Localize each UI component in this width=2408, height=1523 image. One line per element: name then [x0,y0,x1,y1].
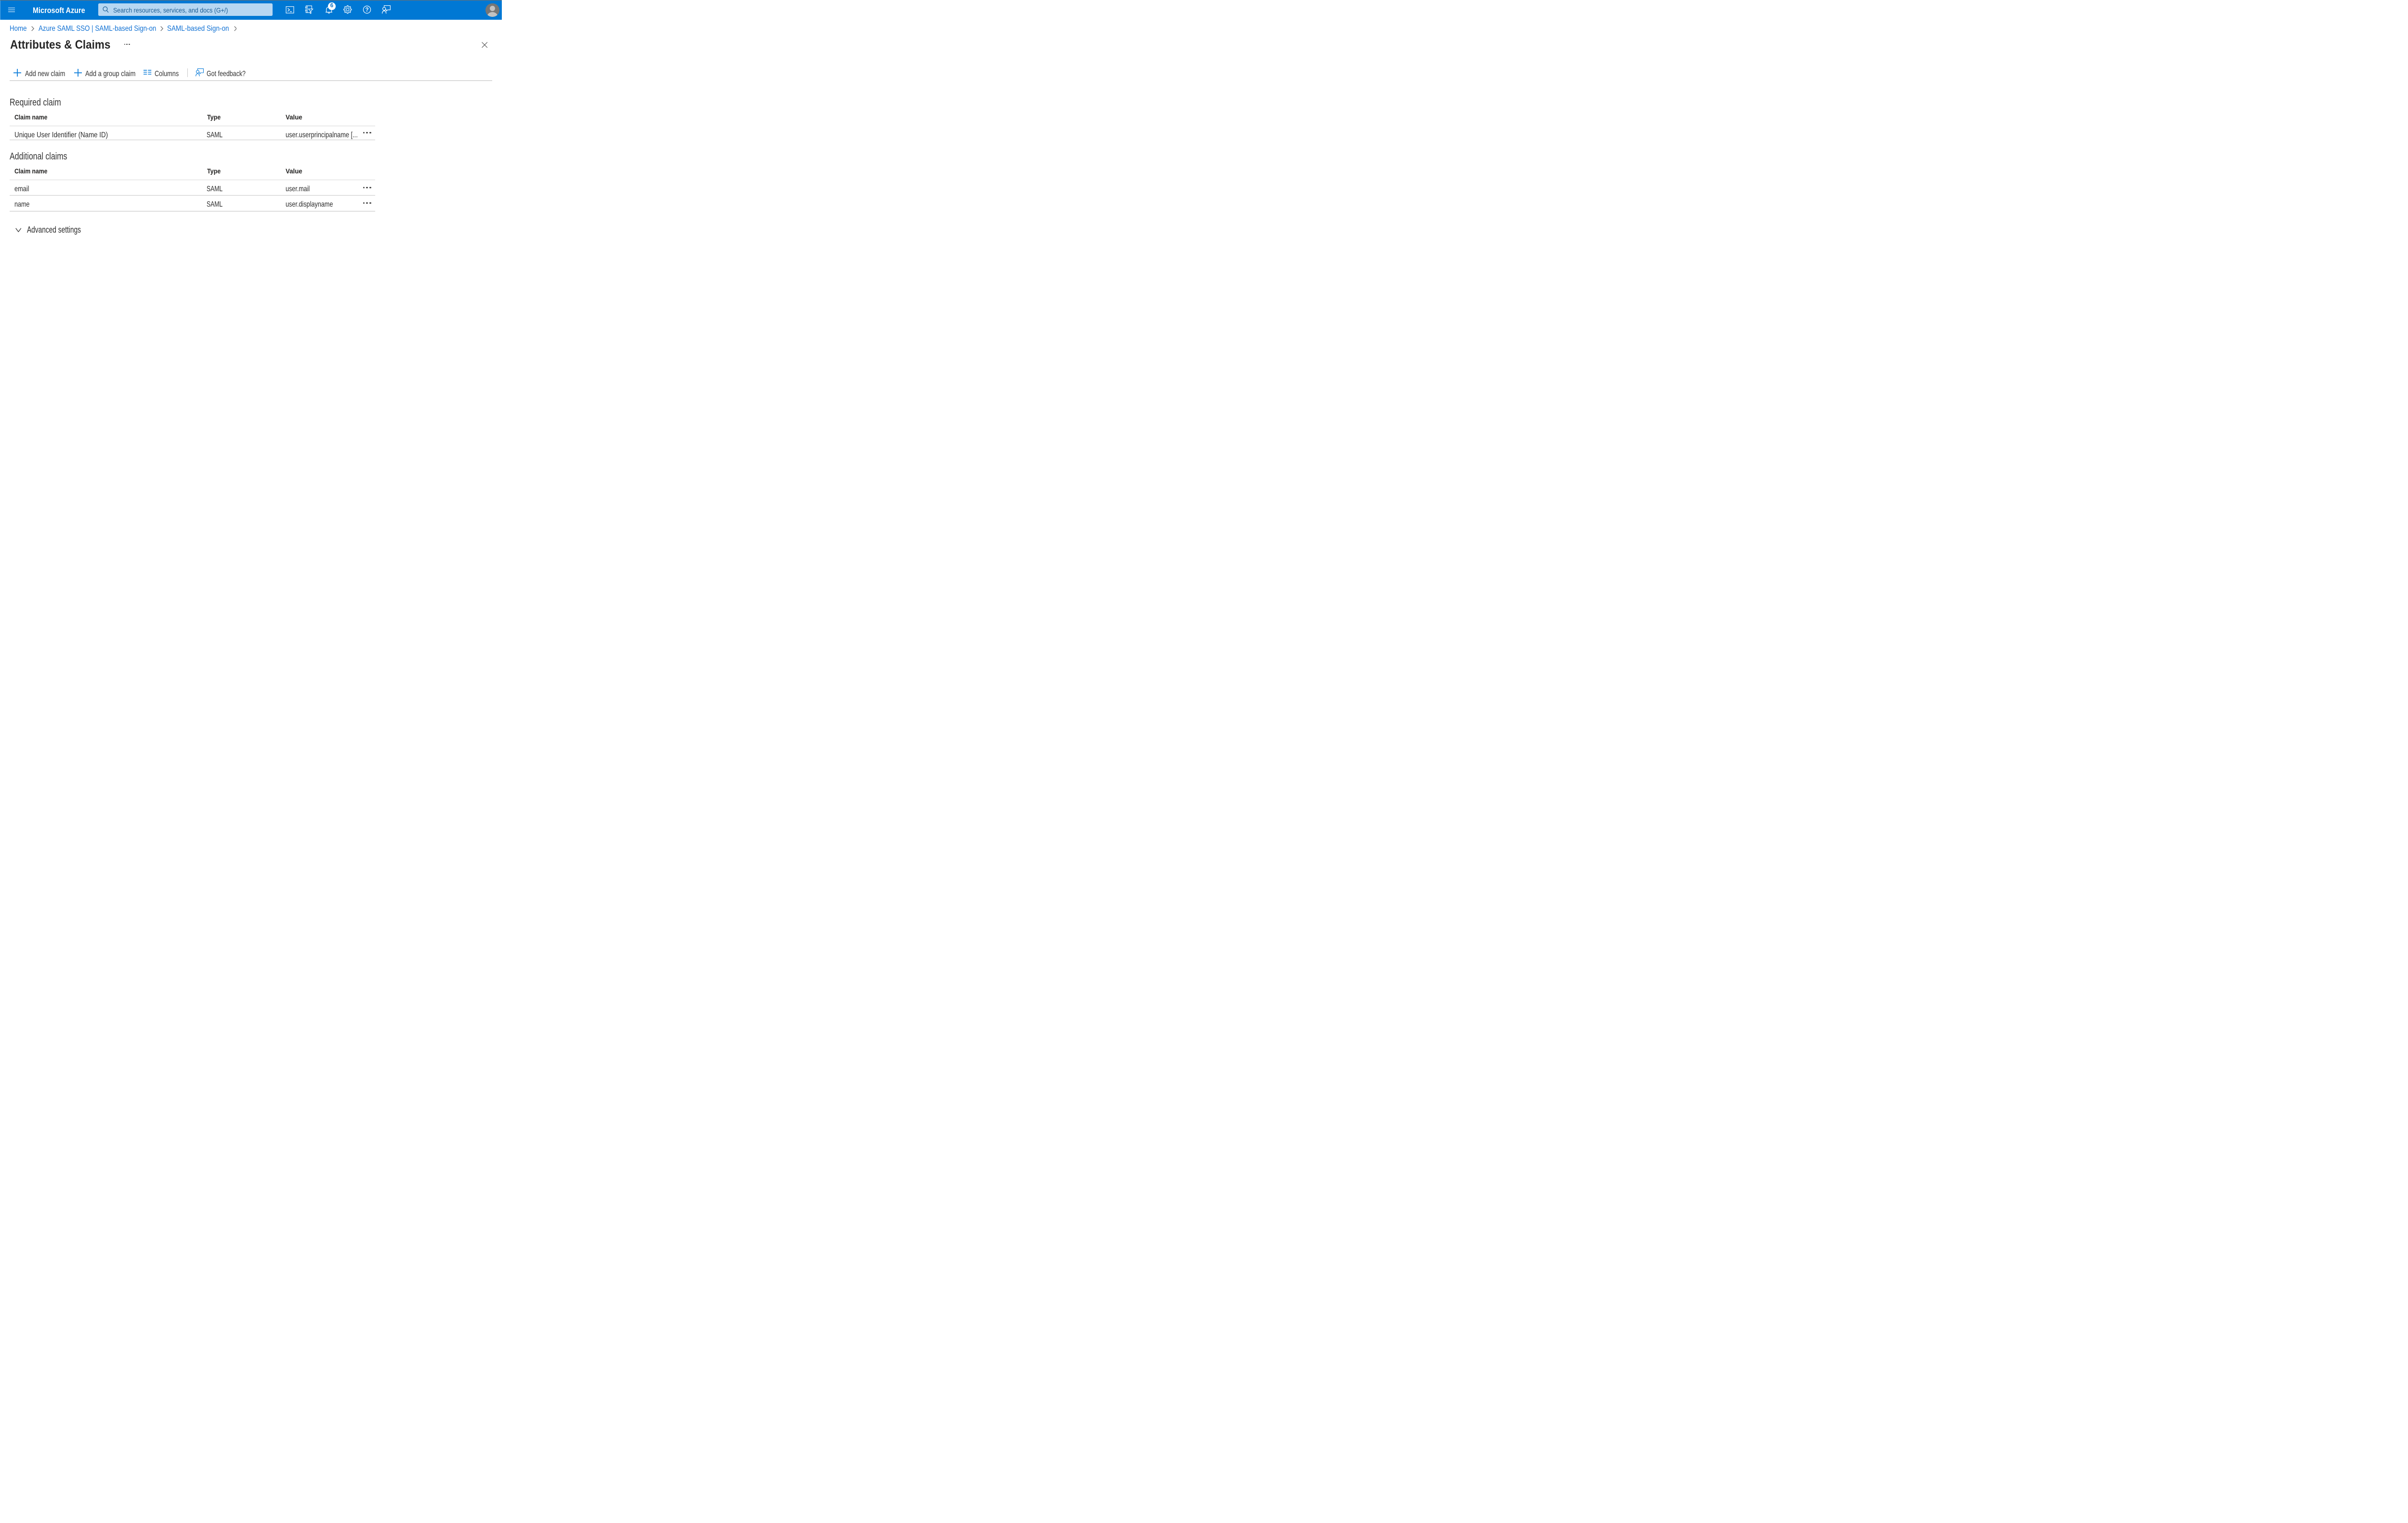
svg-text:?: ? [365,7,368,13]
